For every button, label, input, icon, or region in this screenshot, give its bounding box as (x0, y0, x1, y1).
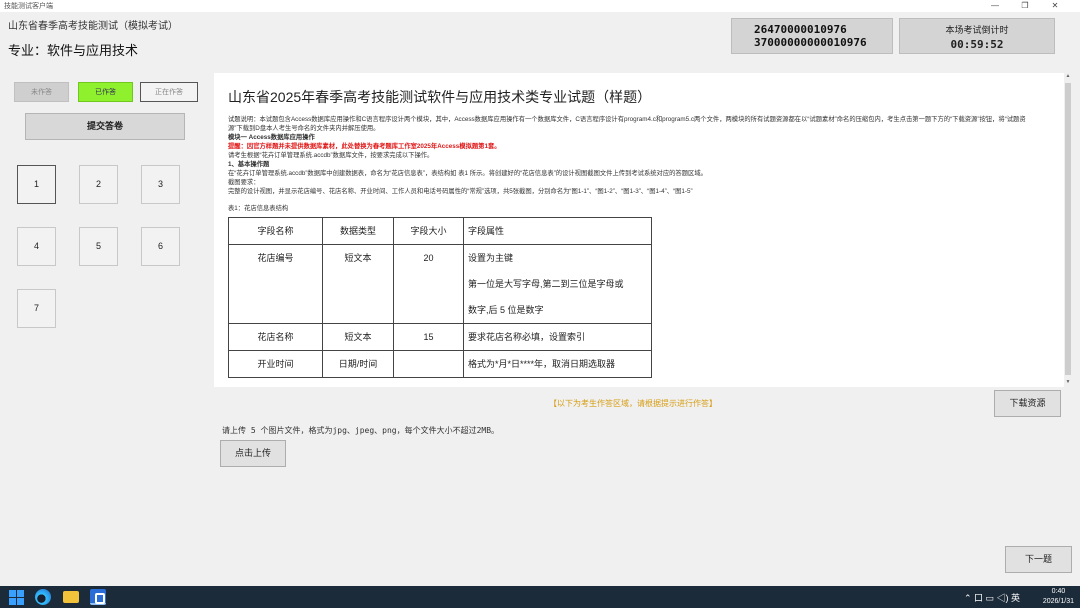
question-button-1[interactable]: 1 (17, 165, 56, 204)
legend-unanswered: 未作答 (14, 82, 69, 102)
close-icon[interactable]: ✕ (1040, 0, 1070, 12)
task-text: 在“花卉订单管理系统.accdb”数据库中创建数据表，命名为“花店信息表”，表结… (228, 170, 707, 177)
table-header: 字段名称 (228, 217, 323, 245)
field-property-line: 第一位是大写字母,第二到三位是字母或 (468, 279, 624, 289)
file-explorer-icon[interactable] (63, 591, 79, 603)
candidate-id-line2: 37000000000010976 (754, 36, 867, 49)
maximize-icon[interactable]: ❐ (1010, 0, 1040, 12)
warning-text: 提醒：因官方样题并未提供数据库素材，此处替换为春考题库工作室2025年Acces… (228, 143, 501, 150)
major-label: 专业：软件与应用技术 (8, 43, 139, 58)
legend-answered: 已作答 (78, 82, 133, 102)
question-button-3[interactable]: 3 (141, 165, 180, 204)
question-button-2[interactable]: 2 (79, 165, 118, 204)
download-resources-button[interactable]: 下载资源 (994, 390, 1061, 417)
table-row: 花店编号 短文本 20 设置为主键 第一位是大写字母,第二到三位是字母或 数字,… (228, 244, 652, 324)
field-property-line: 设置为主键 (468, 253, 514, 263)
table-cell: 花店编号 (228, 244, 323, 324)
question-content[interactable]: 山东省2025年春季高考技能测试软件与应用技术类专业试题（样题） 试题说明：本试… (214, 73, 1064, 387)
upload-button[interactable]: 点击上传 (220, 440, 286, 467)
table-header-row: 字段名称 数据类型 字段大小 字段属性 (228, 217, 652, 245)
table-cell: 日期/时间 (322, 350, 394, 378)
candidate-id-box: 26470000010976 37000000000010976 (731, 18, 893, 54)
intro-text: 试题说明：本试题包含Access数据库应用操作和C语言程序设计两个模块，其中，A… (228, 116, 1026, 132)
scroll-thumb[interactable] (1065, 83, 1071, 375)
submit-exam-button[interactable]: 提交答卷 (25, 113, 185, 140)
question-button-7[interactable]: 7 (17, 289, 56, 328)
taskbar-clock[interactable]: 0:40 2026/1/31 (1043, 587, 1074, 607)
table-row: 开业时间 日期/时间 格式为*月*日****年，取消日期选取器 (228, 350, 652, 378)
table-header: 字段属性 (463, 217, 652, 245)
windows-start-icon[interactable] (8, 589, 24, 605)
table-cell: 20 (393, 244, 464, 324)
field-structure-table: 字段名称 数据类型 字段大小 字段属性 花店编号 短文本 20 设置为主键 第一… (228, 217, 652, 378)
system-tray[interactable]: ⌃ 口 ▭ ◁) 英 (964, 591, 1020, 604)
table-cell: 设置为主键 第一位是大写字母,第二到三位是字母或 数字,后 5 位是数字 (463, 244, 652, 324)
table-header: 字段大小 (393, 217, 464, 245)
question-button-4[interactable]: 4 (17, 227, 56, 266)
module-heading: 模块一 Access数据库应用操作 (228, 134, 315, 141)
screenshot-requirement: 截图要求： (228, 179, 260, 186)
countdown-value: 00:59:52 (950, 38, 1004, 51)
app-header: 山东省春季高考技能测试（模拟考试） 专业：软件与应用技术 26470000010… (0, 12, 1080, 62)
candidate-id-line1: 26470000010976 (754, 23, 847, 36)
screenshot-description: 完整的设计视图，并显示花店编号、花店名称、开业时间、工作人员和电话号码属性的“常… (228, 188, 693, 195)
table-cell (393, 350, 464, 378)
edge-browser-icon[interactable] (35, 589, 51, 605)
table-cell: 开业时间 (228, 350, 323, 378)
window-title: 技能测试客户端 (4, 3, 53, 10)
table-cell: 格式为*月*日****年，取消日期选取器 (463, 350, 652, 378)
question-button-6[interactable]: 6 (141, 227, 180, 266)
table-cell: 花店名称 (228, 323, 323, 351)
clock-time: 0:40 (1051, 588, 1066, 595)
section-heading: 1、基本操作题 (228, 161, 270, 168)
field-property-line: 数字,后 5 位是数字 (468, 305, 544, 315)
countdown-box: 本场考试倒计时 00:59:52 (899, 18, 1055, 54)
legend-current: 正在作答 (140, 82, 198, 102)
table-cell: 短文本 (322, 323, 394, 351)
table-header: 数据类型 (322, 217, 394, 245)
instruction-text: 请考生根据“花卉订单管理系统.accdb”数据库文件，按要求完成以下操作。 (228, 152, 434, 159)
taskbar: ⌃ 口 ▭ ◁) 英 0:40 2026/1/31 (0, 586, 1080, 608)
exam-title: 山东省春季高考技能测试（模拟考试） (8, 21, 178, 32)
question-button-5[interactable]: 5 (79, 227, 118, 266)
answer-area-hint: 【以下为考生作答区域，请根据提示进行作答】 (549, 399, 717, 408)
countdown-label: 本场考试倒计时 (945, 25, 1009, 35)
table-row: 花店名称 短文本 15 要求花店名称必填，设置索引 (228, 323, 652, 351)
scroll-up-icon[interactable]: ▲ (1064, 73, 1072, 81)
table-cell: 15 (393, 323, 464, 351)
table-cell: 要求花店名称必填，设置索引 (463, 323, 652, 351)
next-question-button[interactable]: 下一题 (1005, 546, 1072, 573)
window-titlebar: 技能测试客户端 — ❐ ✕ (0, 0, 1080, 12)
upload-instructions: 请上传 5 个图片文件，格式为jpg、jpeg、png，每个文件大小不超过2MB… (222, 426, 500, 435)
table-cell: 短文本 (322, 244, 394, 324)
table-caption: 表1：花店信息表结构 (228, 205, 289, 212)
minimize-icon[interactable]: — (980, 0, 1010, 12)
window-controls: — ❐ ✕ (980, 0, 1070, 12)
exam-client-icon[interactable] (90, 589, 106, 605)
clock-date: 2026/1/31 (1042, 598, 1074, 605)
paper-title: 山东省2025年春季高考技能测试软件与应用技术类专业试题（样题） (228, 89, 652, 105)
content-scrollbar[interactable]: ▲ ▼ (1064, 73, 1072, 387)
scroll-down-icon[interactable]: ▼ (1064, 379, 1072, 387)
